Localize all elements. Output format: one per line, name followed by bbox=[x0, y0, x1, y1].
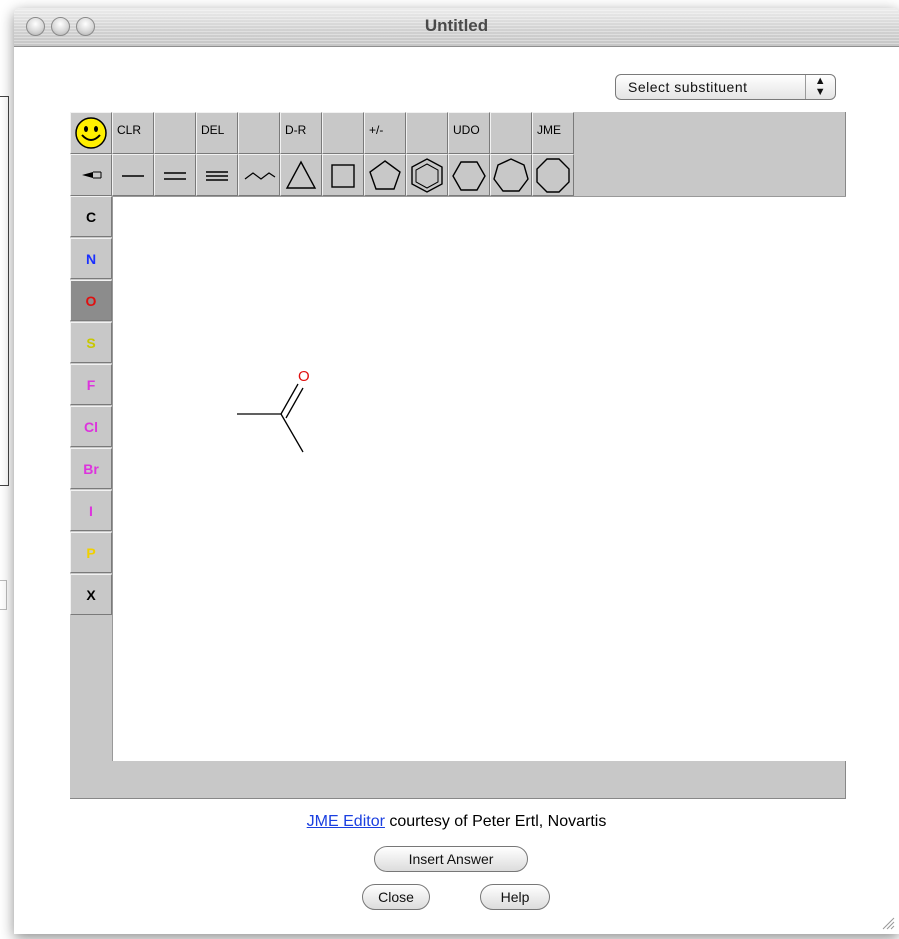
blank-button-2[interactable] bbox=[238, 112, 280, 154]
credit-text: courtesy of Peter Ertl, Novartis bbox=[384, 813, 607, 830]
del-button[interactable]: DEL bbox=[196, 112, 238, 154]
d-r-button[interactable]: D-R bbox=[280, 112, 322, 154]
benzene-ring-button[interactable] bbox=[406, 154, 448, 196]
element-button-n[interactable]: N bbox=[70, 238, 112, 279]
octagon-ring-button[interactable] bbox=[532, 154, 574, 196]
help-button[interactable]: Help bbox=[480, 884, 550, 910]
chain-draw-button[interactable] bbox=[238, 154, 280, 196]
del-label: DEL bbox=[201, 123, 225, 137]
background-panel bbox=[0, 96, 9, 486]
element-symbol: I bbox=[89, 503, 93, 519]
resize-grip-icon[interactable] bbox=[881, 916, 895, 930]
hexagon-ring-button[interactable] bbox=[448, 154, 490, 196]
clr-button[interactable]: CLR bbox=[112, 112, 154, 154]
element-symbol: N bbox=[85, 251, 97, 267]
element-symbol: P bbox=[86, 545, 96, 561]
blank-button-5[interactable] bbox=[490, 112, 532, 154]
double-bond-button[interactable] bbox=[154, 154, 196, 196]
credit-line: JME Editor courtesy of Peter Ertl, Novar… bbox=[14, 813, 899, 831]
single-bond-button[interactable] bbox=[112, 154, 154, 196]
octagon-ring-icon bbox=[536, 158, 570, 193]
udo-label: UDO bbox=[453, 123, 480, 137]
square-ring-button[interactable] bbox=[322, 154, 364, 196]
element-button-x[interactable]: X bbox=[70, 574, 112, 615]
triangle-ring-button[interactable] bbox=[280, 154, 322, 196]
carbonyl-bond-1 bbox=[280, 383, 299, 415]
wavy-chain-icon bbox=[244, 172, 276, 180]
blank-button-1[interactable] bbox=[154, 112, 196, 154]
element-symbol: F bbox=[86, 377, 96, 393]
charge-button[interactable]: +/- bbox=[364, 112, 406, 154]
element-symbol: S bbox=[86, 335, 96, 351]
element-symbol: X bbox=[86, 587, 96, 603]
pentagon-ring-icon bbox=[369, 160, 401, 190]
title-bar[interactable]: Untitled bbox=[14, 8, 899, 47]
single-bond-icon bbox=[122, 175, 144, 177]
benzene-ring-icon bbox=[411, 158, 443, 193]
chain-button[interactable] bbox=[70, 154, 112, 196]
element-symbol: C bbox=[85, 209, 97, 225]
methyl-bond-right bbox=[280, 413, 304, 453]
charge-label: +/- bbox=[369, 123, 384, 137]
udo-button[interactable]: UDO bbox=[448, 112, 490, 154]
clr-label: CLR bbox=[117, 123, 142, 137]
element-symbol: Br bbox=[83, 461, 99, 477]
double-bond-icon bbox=[164, 172, 186, 180]
d-r-label: D-R bbox=[285, 123, 307, 137]
element-button-p[interactable]: P bbox=[70, 532, 112, 573]
smiley-icon bbox=[75, 117, 107, 149]
jme-label: JME bbox=[537, 123, 561, 137]
close-button[interactable]: Close bbox=[362, 884, 430, 910]
heptagon-ring-button[interactable] bbox=[490, 154, 532, 196]
select-arrows-icon: ▲ ▼ bbox=[805, 75, 835, 99]
element-symbol: O bbox=[85, 293, 97, 309]
element-button-cl[interactable]: Cl bbox=[70, 406, 112, 447]
hexagon-ring-icon bbox=[452, 161, 486, 191]
element-button-c[interactable]: C bbox=[70, 196, 112, 237]
element-button-f[interactable]: F bbox=[70, 364, 112, 405]
drawing-canvas[interactable]: O bbox=[112, 196, 846, 761]
molecule-drawing: O bbox=[237, 368, 310, 453]
background-field bbox=[0, 580, 7, 610]
element-symbol: Cl bbox=[84, 419, 98, 435]
pentagon-ring-button[interactable] bbox=[364, 154, 406, 196]
blank-button-3[interactable] bbox=[322, 112, 364, 154]
insert-answer-button[interactable]: Insert Answer bbox=[374, 846, 528, 872]
jme-applet: CLR DEL D-R +/- UDO JME C N O S F Cl Br … bbox=[70, 112, 846, 799]
blank-button-4[interactable] bbox=[406, 112, 448, 154]
editor-window: Untitled Select substituent ▲ ▼ CLR DEL D… bbox=[14, 8, 899, 934]
triangle-ring-icon bbox=[285, 160, 317, 189]
square-ring-icon bbox=[331, 164, 355, 188]
jme-editor-link[interactable]: JME Editor bbox=[307, 813, 385, 830]
heptagon-ring-icon bbox=[493, 158, 529, 192]
element-button-s[interactable]: S bbox=[70, 322, 112, 363]
triple-bond-icon bbox=[206, 171, 228, 181]
smiley-button[interactable] bbox=[70, 112, 112, 154]
substituent-select-value: Select substituent bbox=[628, 79, 748, 95]
chain-icon bbox=[82, 171, 102, 179]
element-button-o[interactable]: O bbox=[70, 280, 112, 321]
carbonyl-bond-2 bbox=[285, 387, 304, 419]
oxygen-atom-label: O bbox=[298, 368, 310, 385]
substituent-select[interactable]: Select substituent ▲ ▼ bbox=[615, 74, 836, 100]
jme-button[interactable]: JME bbox=[532, 112, 574, 154]
element-button-i[interactable]: I bbox=[70, 490, 112, 531]
triple-bond-button[interactable] bbox=[196, 154, 238, 196]
element-button-br[interactable]: Br bbox=[70, 448, 112, 489]
window-title: Untitled bbox=[424, 16, 489, 35]
